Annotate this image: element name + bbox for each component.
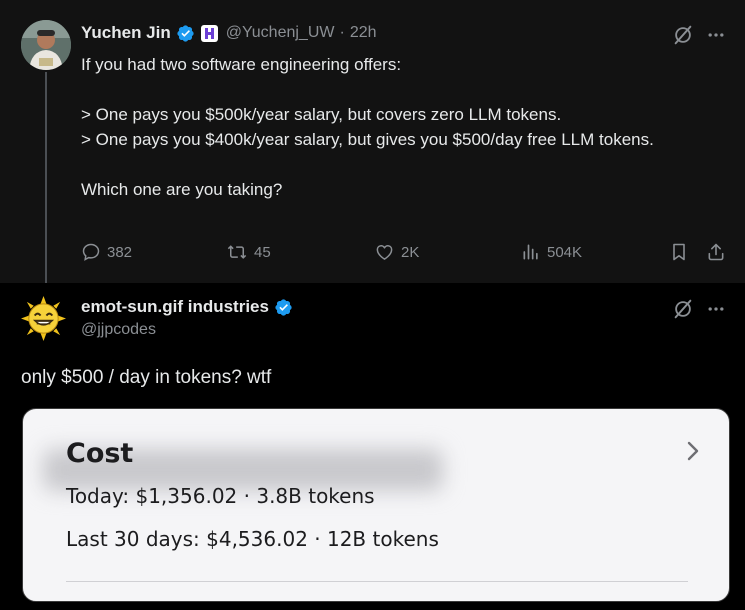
share-button[interactable] bbox=[706, 242, 732, 262]
bookmark-icon bbox=[673, 243, 685, 261]
tweet-line: If you had two software engineering offe… bbox=[81, 55, 402, 74]
share-icon bbox=[708, 243, 724, 261]
views-count: 504K bbox=[547, 243, 583, 261]
more-icon[interactable] bbox=[706, 299, 726, 319]
tweet-header: Yuchen Jin @Yuchenj_UW · 22h bbox=[81, 21, 377, 45]
tweet-body: If you had two software engineering offe… bbox=[81, 52, 721, 202]
avatar[interactable] bbox=[21, 20, 71, 70]
views-icon bbox=[523, 244, 538, 260]
like-count: 2K bbox=[401, 243, 420, 261]
cost-today: Today: $1,356.02 · 3.8B tokens bbox=[66, 484, 375, 508]
author-name[interactable]: emot-sun.gif industries bbox=[81, 297, 269, 317]
tweet-line: > One pays you $500k/year salary, but co… bbox=[81, 105, 562, 124]
avatar[interactable] bbox=[21, 296, 66, 341]
author-handle[interactable]: @jjpcodes bbox=[81, 321, 156, 339]
card-title: Cost bbox=[66, 438, 134, 469]
like-button[interactable]: 2K bbox=[374, 242, 419, 262]
views-button[interactable]: 504K bbox=[521, 242, 582, 262]
tweet-reply[interactable]: emot-sun.gif industries @jjpcodes only $… bbox=[0, 283, 745, 610]
tweet-header: emot-sun.gif industries bbox=[81, 295, 293, 319]
tweet-body: only $500 / day in tokens? wtf bbox=[21, 367, 272, 388]
reply-icon bbox=[82, 243, 100, 261]
repost-button[interactable]: 45 bbox=[226, 242, 271, 262]
bookmark-button[interactable] bbox=[669, 242, 695, 262]
repost-icon bbox=[227, 245, 247, 259]
more-icon[interactable] bbox=[706, 25, 726, 45]
reply-button[interactable]: 382 bbox=[81, 242, 132, 262]
author-handle[interactable]: @Yuchenj_UW bbox=[226, 24, 335, 42]
grok-icon[interactable] bbox=[672, 24, 694, 46]
separator-dot: · bbox=[339, 24, 345, 41]
tweet-line: > One pays you $400k/year salary, but gi… bbox=[81, 130, 654, 149]
attached-image-card[interactable]: Cost Today: $1,356.02 · 3.8B tokens Last… bbox=[22, 408, 730, 602]
avatar-photo-icon bbox=[21, 20, 71, 70]
chevron-right-icon bbox=[687, 441, 699, 461]
org-badge-icon[interactable] bbox=[200, 24, 218, 42]
tweet-actions: 382 45 2K 504K bbox=[81, 242, 731, 266]
author-name[interactable]: Yuchen Jin bbox=[81, 23, 171, 43]
tweet-original[interactable]: Yuchen Jin @Yuchenj_UW · 22h If you had … bbox=[0, 0, 745, 298]
like-icon bbox=[376, 245, 393, 260]
card-divider bbox=[66, 581, 688, 582]
cost-last-30-days: Last 30 days: $4,536.02 · 12B tokens bbox=[66, 527, 439, 551]
verified-badge-icon[interactable] bbox=[176, 24, 195, 43]
reply-count: 382 bbox=[107, 243, 133, 261]
timestamp[interactable]: 22h bbox=[350, 24, 377, 42]
verified-badge-icon[interactable] bbox=[274, 298, 293, 317]
grok-icon[interactable] bbox=[672, 298, 694, 320]
repost-count: 45 bbox=[254, 243, 271, 261]
tweet-line: Which one are you taking? bbox=[81, 180, 283, 199]
thread-connector-line bbox=[45, 72, 47, 298]
